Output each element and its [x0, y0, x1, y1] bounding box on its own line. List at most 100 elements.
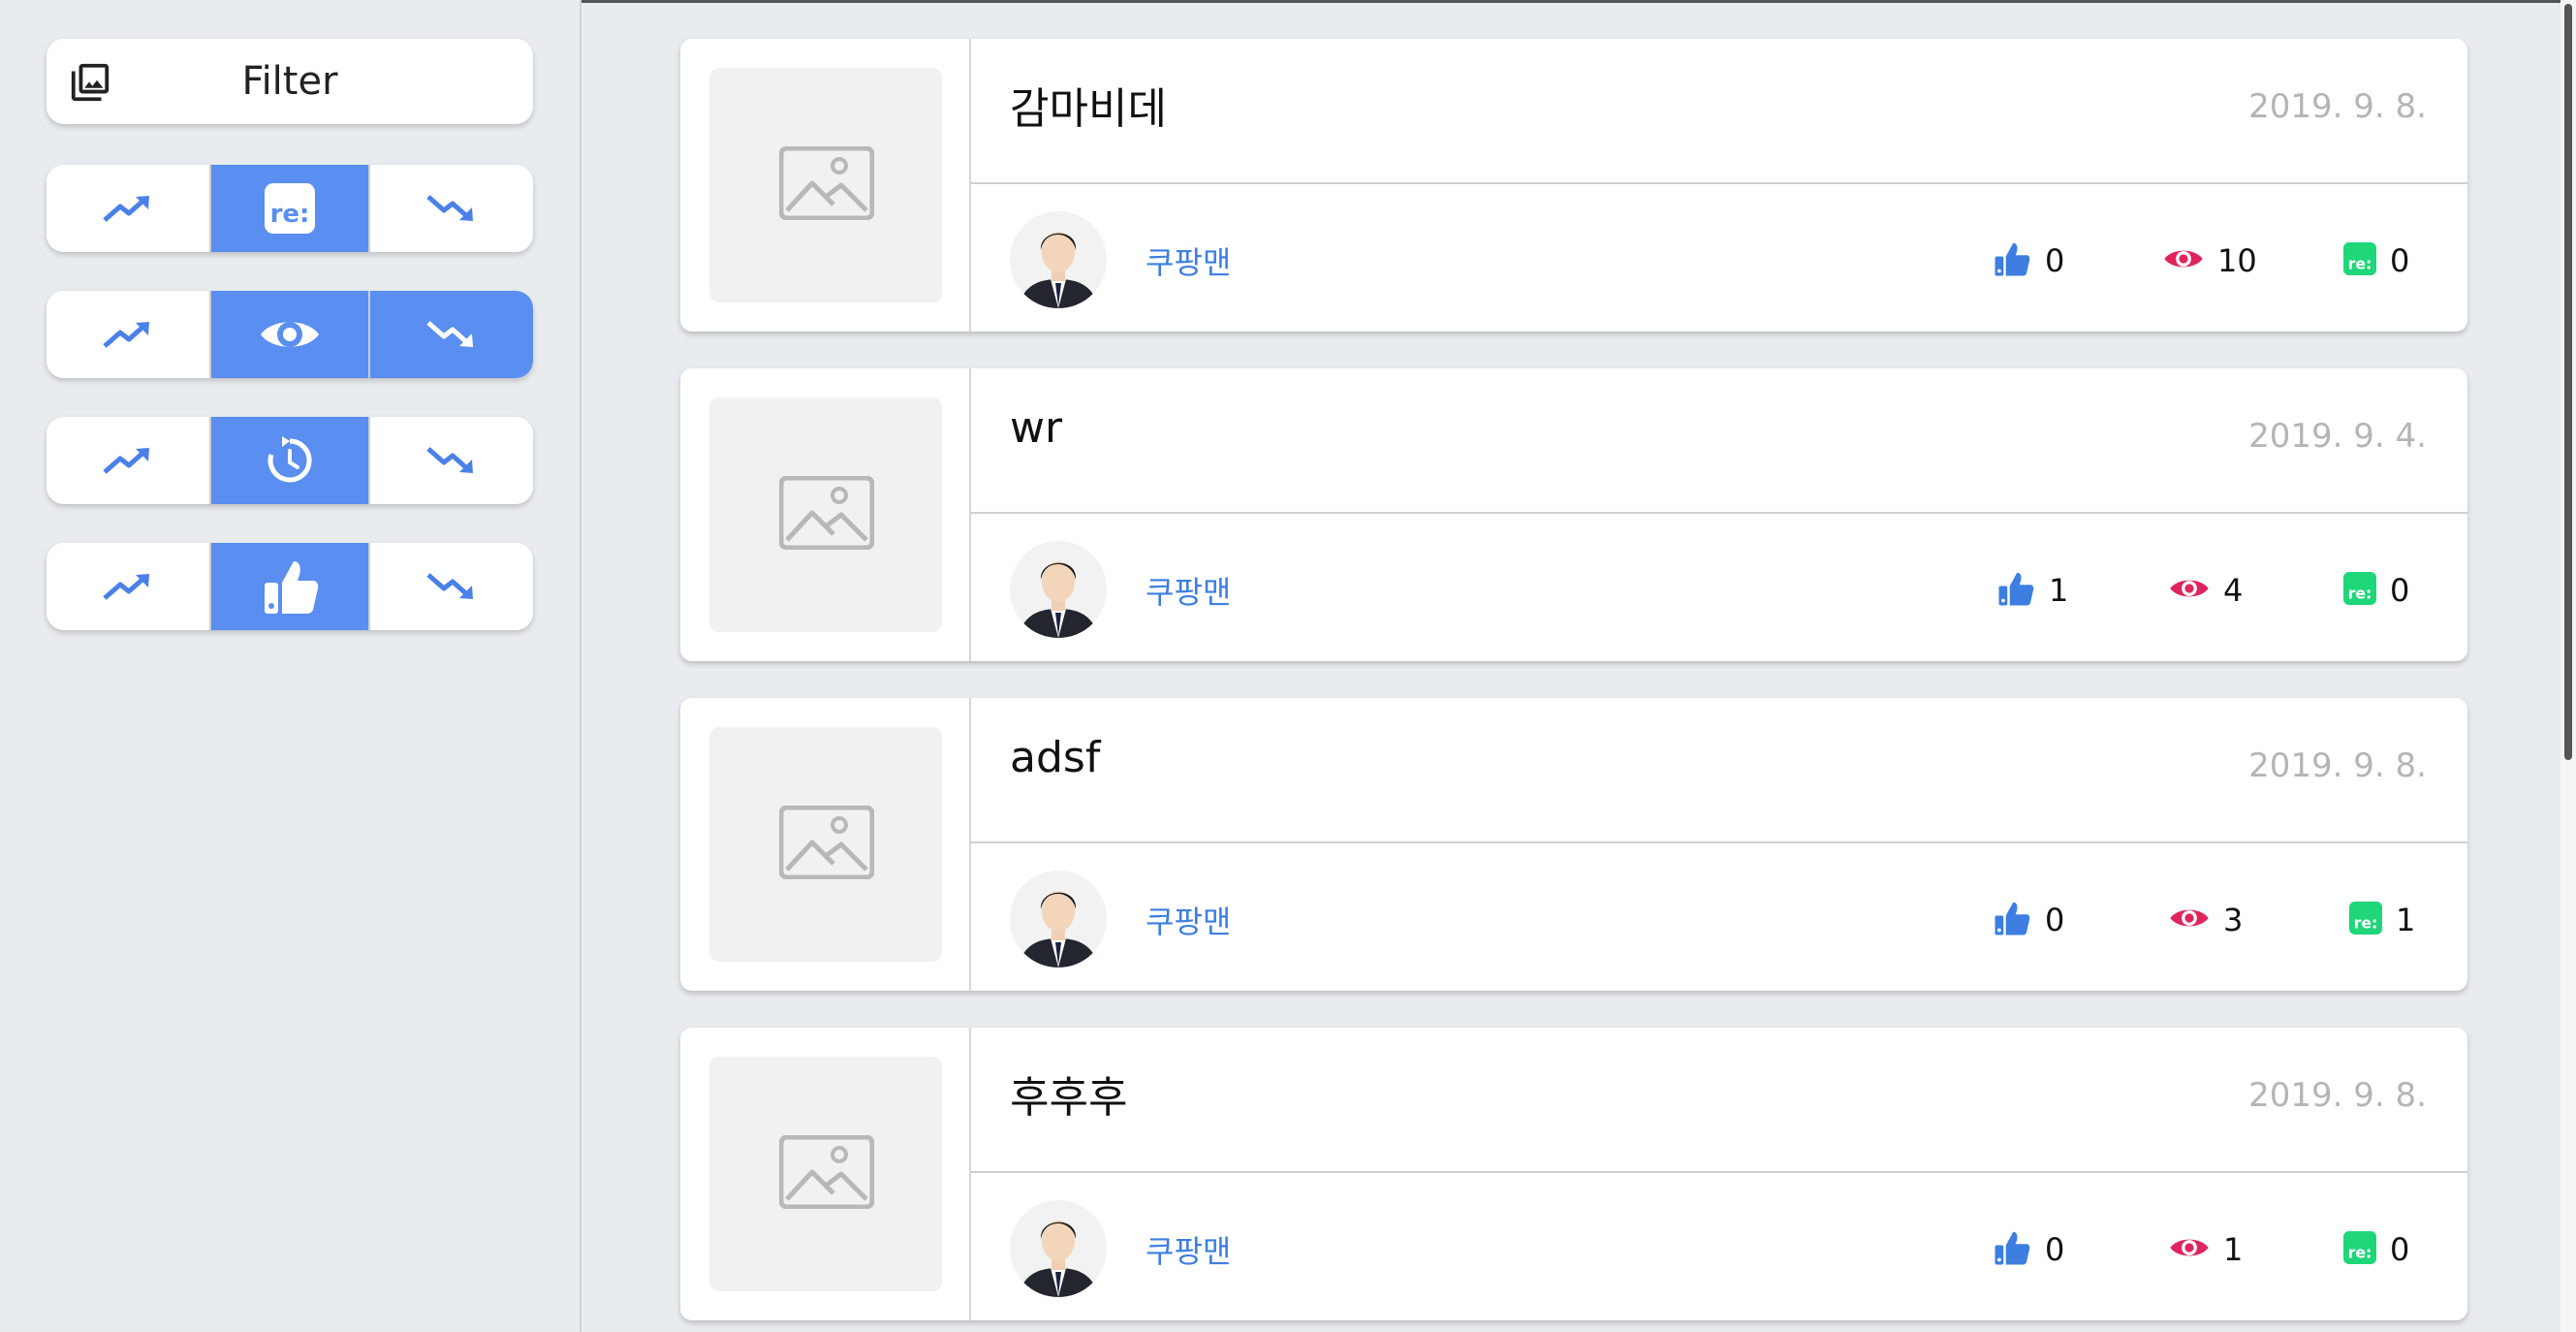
sort-like-toggle-button[interactable] [209, 543, 370, 630]
post-title[interactable]: wr [1010, 403, 1062, 453]
reply-stat: re: 0 [2343, 237, 2409, 285]
sort-reply-asc-button[interactable] [47, 165, 209, 252]
post-card[interactable]: 감마비데 2019. 9. 8. 쿠팡맨 0 10 re: 0 [680, 39, 2467, 332]
like-count: 0 [2045, 902, 2065, 938]
eye-icon [259, 314, 321, 355]
sort-view-asc-button[interactable] [47, 291, 209, 378]
reply-stat: re: 0 [2343, 566, 2409, 615]
like-count: 0 [2045, 242, 2065, 279]
card-divider [969, 39, 971, 332]
post-card[interactable]: adsf 2019. 9. 8. 쿠팡맨 0 3 re: 1 [680, 698, 2467, 991]
trending-down-icon [426, 445, 477, 476]
re-icon: re: [2349, 902, 2382, 938]
reply-count: 1 [2396, 902, 2416, 938]
view-count: 4 [2223, 572, 2244, 609]
sort-view-desc-button[interactable] [370, 291, 533, 378]
avatar[interactable] [1010, 211, 1107, 308]
trending-down-icon [426, 193, 477, 224]
thumb-up-icon [1996, 569, 2035, 612]
filter-label: Filter [241, 59, 338, 104]
post-thumbnail [709, 397, 942, 632]
scrollbar[interactable] [2560, 0, 2576, 1332]
author-name[interactable]: 쿠팡맨 [1146, 898, 1231, 942]
svg-text:re:: re: [2354, 913, 2378, 932]
view-stat: 10 [2163, 237, 2257, 285]
thumb-up-icon [259, 555, 321, 618]
card-divider [969, 698, 971, 991]
card-divider [971, 841, 2467, 843]
sort-reply-desc-button[interactable] [370, 165, 533, 252]
thumb-up-icon [1993, 1228, 2031, 1271]
like-stat: 0 [1993, 237, 2064, 285]
reply-stat: re: 0 [2343, 1225, 2409, 1274]
sort-like-desc-button[interactable] [370, 543, 533, 630]
author-name[interactable]: 쿠팡맨 [1146, 568, 1231, 613]
reply-count: 0 [2390, 242, 2410, 279]
trending-down-icon [426, 319, 477, 350]
svg-text:re:: re: [2348, 1243, 2372, 1261]
post-title[interactable]: 감마비데 [1010, 74, 1167, 136]
filter-header[interactable]: Filter [47, 39, 533, 124]
sort-group-recent [47, 417, 533, 504]
eye-icon [2163, 245, 2204, 276]
scrollbar-thumb[interactable] [2564, 4, 2572, 760]
re-icon: re: [2343, 242, 2376, 279]
sort-group-reply: re: [47, 165, 533, 252]
like-count: 0 [2045, 1231, 2065, 1268]
history-clock-icon [265, 435, 315, 486]
post-date: 2019. 9. 4. [2248, 417, 2427, 456]
sort-reply-toggle-button[interactable]: re: [209, 165, 370, 252]
post-thumbnail [709, 727, 942, 962]
thumb-up-icon [1993, 239, 2031, 282]
post-title[interactable]: adsf [1010, 733, 1100, 782]
reply-stat: re: 1 [2349, 896, 2415, 944]
filter-sidebar: Filter re: [0, 0, 581, 1332]
card-divider [969, 368, 971, 661]
card-divider [969, 1028, 971, 1320]
post-card[interactable]: 후후후 2019. 9. 8. 쿠팡맨 0 1 re: 0 [680, 1028, 2467, 1320]
post-title[interactable]: 후후후 [1010, 1062, 1127, 1125]
card-divider [971, 1171, 2467, 1173]
view-count: 1 [2223, 1231, 2244, 1268]
eye-icon [2169, 575, 2210, 606]
view-stat: 3 [2169, 896, 2243, 944]
sort-recent-toggle-button[interactable] [209, 417, 370, 504]
sort-like-asc-button[interactable] [47, 543, 209, 630]
post-thumbnail [709, 1057, 942, 1291]
svg-text:re:: re: [270, 200, 310, 229]
view-count: 3 [2223, 902, 2244, 938]
author-name[interactable]: 쿠팡맨 [1146, 238, 1231, 283]
like-stat: 1 [1996, 566, 2068, 615]
re-icon: re: [2343, 1231, 2376, 1268]
svg-text:re:: re: [2348, 254, 2372, 272]
eye-icon [2169, 904, 2210, 936]
sort-view-toggle-button[interactable] [209, 291, 370, 378]
post-card[interactable]: wr 2019. 9. 4. 쿠팡맨 1 4 re: 0 [680, 368, 2467, 661]
re-icon: re: [2343, 572, 2376, 609]
re-icon: re: [265, 183, 315, 234]
avatar[interactable] [1010, 541, 1107, 638]
trending-up-icon [103, 193, 153, 224]
post-date: 2019. 9. 8. [2248, 87, 2427, 126]
reply-count: 0 [2390, 572, 2410, 609]
reply-count: 0 [2390, 1231, 2410, 1268]
sort-recent-desc-button[interactable] [370, 417, 533, 504]
card-divider [971, 182, 2467, 184]
like-stat: 0 [1993, 896, 2064, 944]
trending-up-icon [103, 319, 153, 350]
sort-recent-asc-button[interactable] [47, 417, 209, 504]
svg-text:re:: re: [2348, 584, 2372, 602]
avatar[interactable] [1010, 1200, 1107, 1297]
view-stat: 1 [2169, 1225, 2243, 1274]
trending-up-icon [103, 571, 153, 602]
author-name[interactable]: 쿠팡맨 [1146, 1227, 1231, 1272]
post-date: 2019. 9. 8. [2248, 746, 2427, 785]
like-count: 1 [2049, 572, 2069, 609]
card-divider [971, 512, 2467, 514]
eye-icon [2169, 1234, 2210, 1265]
view-count: 10 [2217, 242, 2257, 279]
trending-down-icon [426, 571, 477, 602]
trending-up-icon [103, 445, 153, 476]
avatar[interactable] [1010, 871, 1107, 967]
like-stat: 0 [1993, 1225, 2064, 1274]
